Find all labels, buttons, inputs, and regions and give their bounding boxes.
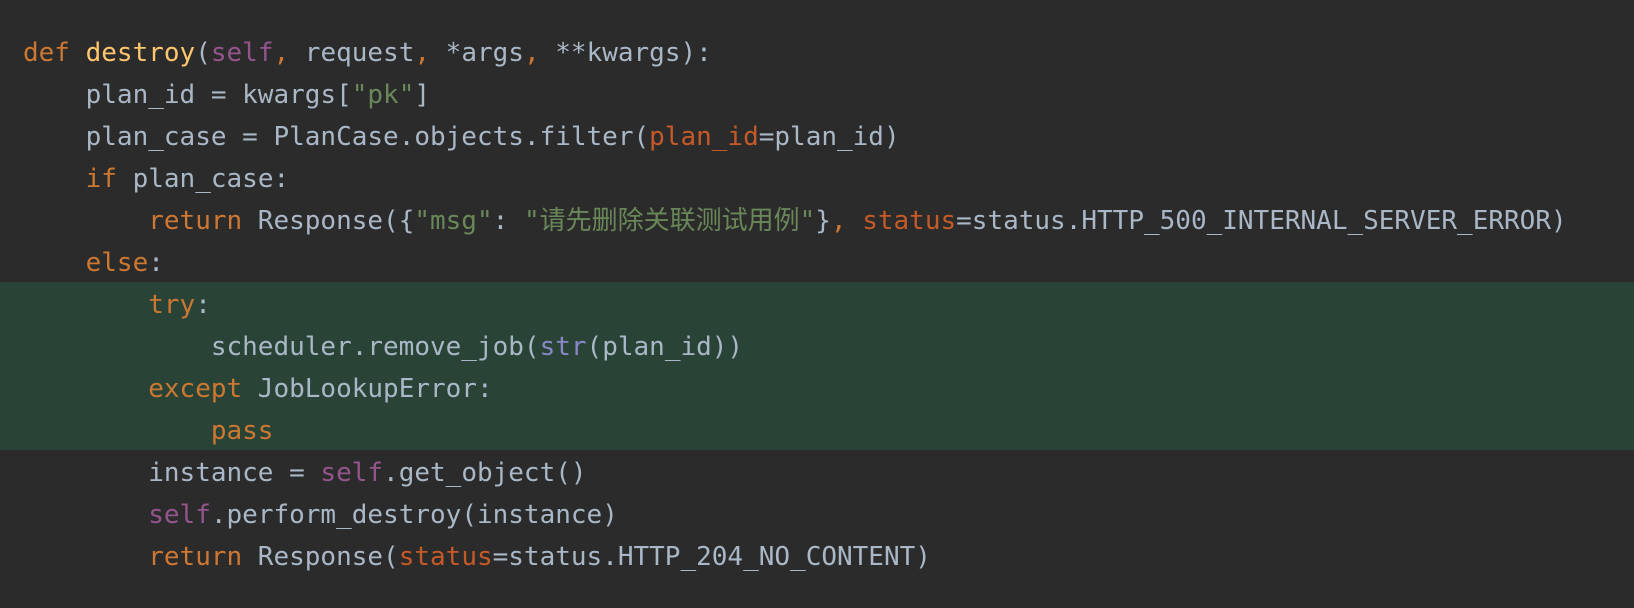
code-token: status [398, 542, 493, 572]
code-token: .get_object() [383, 458, 587, 488]
code-token: return [148, 206, 243, 236]
code-token: JobLookupError: [242, 374, 493, 404]
code-line: scheduler.remove_job(str(plan_id)) [23, 326, 1567, 368]
code-token: "msg" [414, 206, 493, 236]
code-line: pass [23, 410, 1567, 452]
code-token: plan_id = kwargs[ [85, 80, 352, 110]
code-body[interactable]: def destroy(self, request, *args, **kwar… [23, 32, 1567, 578]
code-token: plan_case = PlanCase.objects.filter( [85, 122, 650, 152]
code-token: =status.HTTP_500_INTERNAL_SERVER_ERROR) [956, 206, 1567, 236]
code-token: ( [195, 38, 211, 68]
code-token: **kwargs): [539, 38, 712, 68]
code-token: plan_id [649, 122, 759, 152]
code-line: self.perform_destroy(instance) [23, 494, 1567, 536]
code-token: (plan_id)) [586, 332, 744, 362]
code-token: ] [414, 80, 431, 110]
code-token: : [148, 248, 164, 278]
code-token: self [148, 500, 211, 530]
code-line: def destroy(self, request, *args, **kwar… [23, 32, 1567, 74]
code-line: try: [23, 284, 1567, 326]
code-token: def [23, 38, 70, 68]
code-token: if [85, 164, 117, 194]
code-token: Response( [242, 542, 399, 572]
code-token: , [830, 206, 847, 236]
code-token: =status.HTTP_204_NO_CONTENT) [492, 542, 931, 572]
code-token: request [289, 38, 415, 68]
code-line: except JobLookupError: [23, 368, 1567, 410]
code-token: Response({ [242, 206, 415, 236]
code-token: try [148, 290, 196, 320]
code-token: plan_case: [116, 164, 290, 194]
code-token: "请先删除关联测试用例" [523, 206, 816, 236]
code-token: pass [210, 416, 274, 446]
code-line: instance = self.get_object() [23, 452, 1567, 494]
code-token: return [148, 542, 243, 572]
code-token: , [523, 38, 540, 68]
code-token: .perform_destroy(instance) [210, 500, 618, 530]
code-line: plan_case = PlanCase.objects.filter(plan… [23, 116, 1567, 158]
code-token: destroy [85, 38, 196, 68]
code-token: else [85, 248, 149, 278]
code-line: return Response({"msg": "请先删除关联测试用例"}, s… [23, 200, 1567, 242]
code-token: =plan_id) [758, 122, 900, 152]
code-line: plan_id = kwargs["pk"] [23, 74, 1567, 116]
code-token: , [273, 38, 290, 68]
code-token: : [492, 206, 524, 236]
code-token: } [815, 206, 831, 236]
code-token: instance = [148, 458, 321, 488]
code-line: else: [23, 242, 1567, 284]
code-token: except [148, 374, 243, 404]
code-line: if plan_case: [23, 158, 1567, 200]
code-token: self [210, 38, 274, 68]
code-token: "pk" [351, 80, 415, 110]
code-token: str [539, 332, 587, 362]
code-token: self [320, 458, 384, 488]
code-token: scheduler.remove_job( [210, 332, 540, 362]
code-editor[interactable]: def destroy(self, request, *args, **kwar… [0, 0, 1634, 608]
code-token: , [414, 38, 431, 68]
code-token: status [862, 206, 957, 236]
code-line: return Response(status=status.HTTP_204_N… [23, 536, 1567, 578]
code-token: *args [430, 38, 524, 68]
code-token: : [195, 290, 211, 320]
